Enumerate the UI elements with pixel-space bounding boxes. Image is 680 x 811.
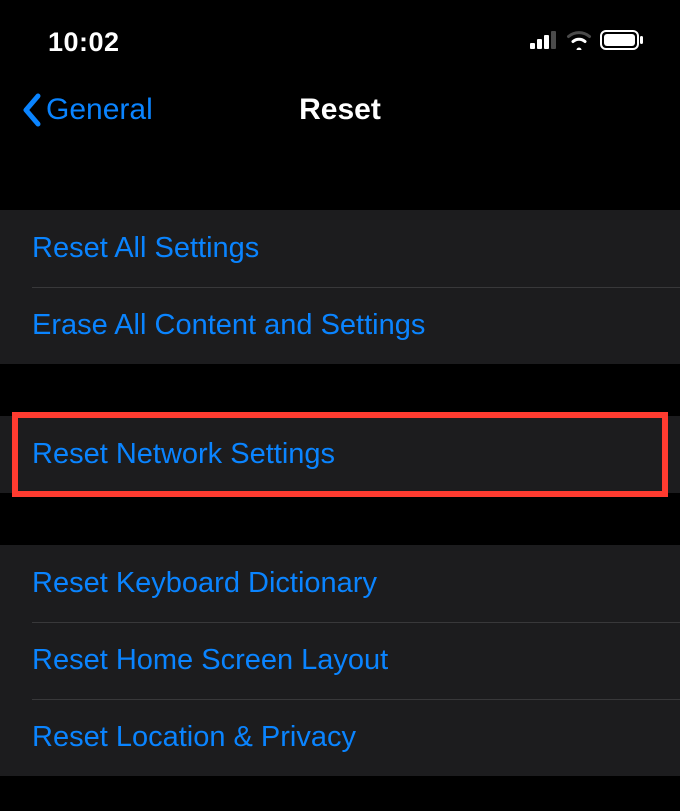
wifi-icon	[566, 30, 592, 55]
section-gap	[0, 364, 680, 416]
settings-group-3: Reset Keyboard Dictionary Reset Home Scr…	[0, 545, 680, 776]
status-bar: 10:02	[0, 0, 680, 70]
status-time: 10:02	[48, 27, 120, 58]
settings-group-2: Reset Network Settings	[0, 416, 680, 493]
erase-all-content-row[interactable]: Erase All Content and Settings	[0, 287, 680, 364]
back-label: General	[46, 93, 153, 127]
reset-network-settings-row[interactable]: Reset Network Settings	[0, 416, 680, 493]
cellular-icon	[530, 31, 558, 54]
reset-location-privacy-row[interactable]: Reset Location & Privacy	[0, 699, 680, 776]
back-button[interactable]: General	[20, 92, 153, 128]
section-gap	[0, 493, 680, 545]
reset-home-screen-layout-row[interactable]: Reset Home Screen Layout	[0, 622, 680, 699]
page-title: Reset	[299, 93, 381, 127]
settings-group-1: Reset All Settings Erase All Content and…	[0, 210, 680, 364]
reset-keyboard-dictionary-row[interactable]: Reset Keyboard Dictionary	[0, 545, 680, 622]
chevron-left-icon	[20, 92, 42, 128]
status-icons	[530, 30, 644, 55]
battery-icon	[600, 30, 644, 55]
section-gap	[0, 158, 680, 210]
navigation-bar: General Reset	[0, 70, 680, 150]
highlighted-group: Reset Network Settings	[0, 416, 680, 493]
reset-all-settings-row[interactable]: Reset All Settings	[0, 210, 680, 287]
